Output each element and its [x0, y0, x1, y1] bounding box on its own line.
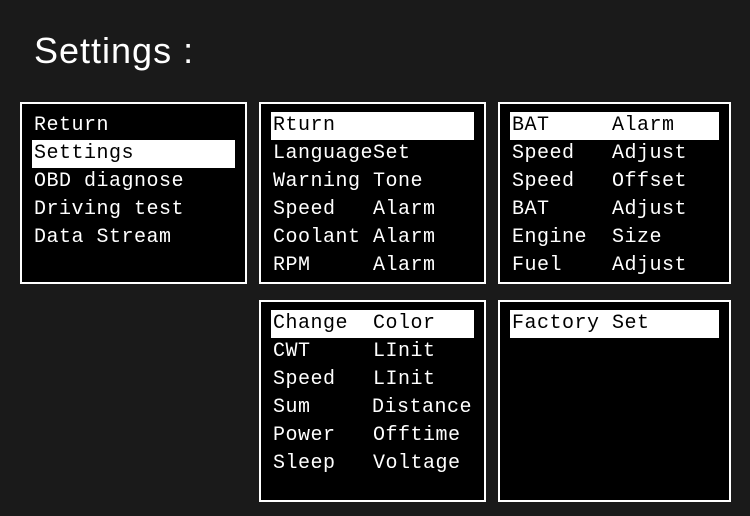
label-col1: Sum: [273, 394, 372, 422]
label-col2: Alarm: [373, 196, 436, 224]
label-col1: Coolant: [273, 224, 373, 252]
menu-item-rturn[interactable]: Rturn: [271, 112, 474, 140]
label-col1: Factory: [512, 310, 612, 338]
menu-item-language-set[interactable]: Language Set: [271, 140, 474, 168]
label-col1: RPM: [273, 252, 373, 280]
label-col2: LInit: [373, 338, 436, 366]
menu-item-driving-test[interactable]: Driving test: [32, 196, 235, 224]
panels-container: Return Settings OBD diagnose Driving tes…: [20, 102, 740, 511]
label-col2: Alarm: [373, 252, 436, 280]
label-col2: Size: [612, 224, 662, 252]
label-col1: Sleep: [273, 450, 373, 478]
label-col2: Offtime: [373, 422, 461, 450]
label-col1: Speed: [273, 366, 373, 394]
menu-panel-1: Return Settings OBD diagnose Driving tes…: [20, 102, 247, 284]
menu-item-speed-alarm[interactable]: Speed Alarm: [271, 196, 474, 224]
label-col2: Distance: [372, 394, 472, 422]
label-col1: Engine: [512, 224, 612, 252]
label-col2: Alarm: [373, 224, 436, 252]
label-col2: Offset: [612, 168, 687, 196]
label-col1: Warning: [273, 168, 373, 196]
page-title: Settings :: [0, 0, 750, 72]
menu-item-sleep-voltage[interactable]: Sleep Voltage: [271, 450, 474, 478]
label-col1: Speed: [273, 196, 373, 224]
menu-item-rpm-alarm[interactable]: RPM Alarm: [271, 252, 474, 280]
menu-item-sum-distance[interactable]: Sum Distance: [271, 394, 474, 422]
menu-item-speed-offset[interactable]: Speed Offset: [510, 168, 719, 196]
label-col2: LInit: [373, 366, 436, 394]
label-col1: BAT: [512, 112, 612, 140]
label-col1: CWT: [273, 338, 373, 366]
label-col2: Adjust: [612, 196, 687, 224]
label-col2: Set: [612, 310, 650, 338]
label-col1: Fuel: [512, 252, 612, 280]
menu-item-change-color[interactable]: Change Color: [271, 310, 474, 338]
menu-item-settings[interactable]: Settings: [32, 140, 235, 168]
menu-item-speed-adjust[interactable]: Speed Adjust: [510, 140, 719, 168]
menu-item-data-stream[interactable]: Data Stream: [32, 224, 235, 252]
label-col2: Voltage: [373, 450, 461, 478]
label-col2: Set: [373, 140, 411, 168]
menu-item-bat-adjust[interactable]: BAT Adjust: [510, 196, 719, 224]
label-col1: BAT: [512, 196, 612, 224]
label-col1: Language: [273, 140, 373, 168]
label-col1: Change: [273, 310, 373, 338]
label-col2: Adjust: [612, 252, 687, 280]
label-col2: Alarm: [612, 112, 675, 140]
menu-panel-5: Factory Set: [498, 300, 731, 502]
menu-item-cwt-linit[interactable]: CWT LInit: [271, 338, 474, 366]
label-col1: Speed: [512, 140, 612, 168]
menu-panel-3: BAT Alarm Speed Adjust Speed Offset BAT …: [498, 102, 731, 284]
menu-panel-2: Rturn Language Set Warning Tone Speed Al…: [259, 102, 486, 284]
label-col2: Adjust: [612, 140, 687, 168]
menu-item-bat-alarm[interactable]: BAT Alarm: [510, 112, 719, 140]
label-col1: Speed: [512, 168, 612, 196]
label-col1: Rturn: [273, 112, 373, 140]
menu-item-coolant-alarm[interactable]: Coolant Alarm: [271, 224, 474, 252]
menu-item-engine-size[interactable]: Engine Size: [510, 224, 719, 252]
label-col2: Tone: [373, 168, 423, 196]
menu-item-speed-linit[interactable]: Speed LInit: [271, 366, 474, 394]
menu-item-power-offtime[interactable]: Power Offtime: [271, 422, 474, 450]
menu-item-warning-tone[interactable]: Warning Tone: [271, 168, 474, 196]
menu-item-factory-set[interactable]: Factory Set: [510, 310, 719, 338]
label-col2: Color: [373, 310, 436, 338]
label-col1: Power: [273, 422, 373, 450]
menu-item-return[interactable]: Return: [32, 112, 235, 140]
menu-item-fuel-adjust[interactable]: Fuel Adjust: [510, 252, 719, 280]
menu-panel-4: Change Color CWT LInit Speed LInit Sum D…: [259, 300, 486, 502]
menu-item-obd-diagnose[interactable]: OBD diagnose: [32, 168, 235, 196]
